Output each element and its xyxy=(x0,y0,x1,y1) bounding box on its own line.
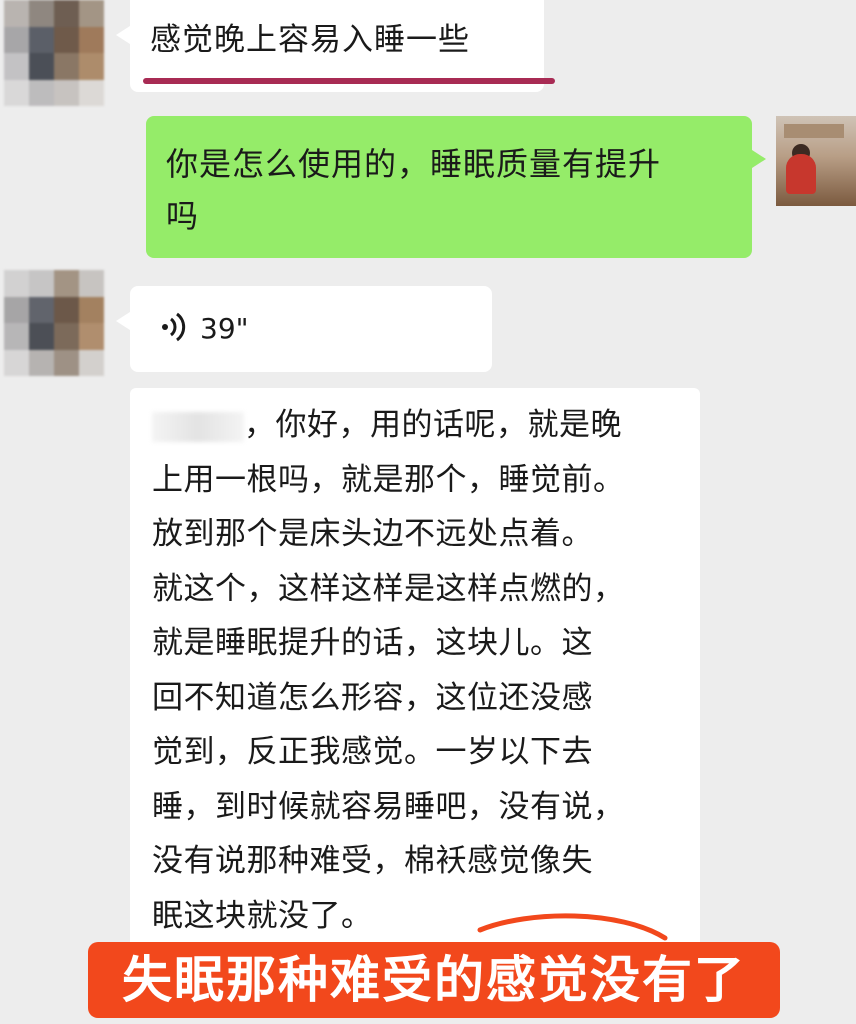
voice-message-bubble[interactable]: 39" xyxy=(116,286,492,372)
highlight-underline xyxy=(143,78,555,84)
transcript-line: 就是睡眠提升的话，这块儿。这 xyxy=(152,625,593,661)
voice-duration: 39" xyxy=(200,312,249,345)
voice-wave-icon xyxy=(160,310,190,352)
transcript-line: 睡，到时候就容易睡吧，没有说， xyxy=(152,788,625,825)
transcript-line: 上用一根吗，就是那个，睡觉前。 xyxy=(152,461,625,498)
transcript-line: 眠这块就没了。 xyxy=(152,897,373,934)
transcript-line: ，你好，用的话呢，就是晚 xyxy=(152,398,686,453)
message-text-line: 你是怎么使用的，睡眠质量有提升 xyxy=(166,145,662,183)
redaction-mask xyxy=(152,411,244,442)
voice-transcript: ，你好，用的话呢，就是晚 上用一根吗，就是那个，睡觉前。 放到那个是床头边不远处… xyxy=(130,388,700,988)
transcript-line: 觉到，反正我感觉。一岁以下去 xyxy=(152,734,593,770)
message-text: 感觉晚上容易入睡一些 xyxy=(150,22,470,58)
transcript-line: 放到那个是床头边不远处点着。 xyxy=(152,516,593,552)
outgoing-message-bubble[interactable]: 你是怎么使用的，睡眠质量有提升 吗 xyxy=(146,116,766,258)
transcript-line: 回不知道怎么形容，这位还没感 xyxy=(152,679,593,716)
message-text-line: 吗 xyxy=(166,197,200,235)
transcript-line: 就这个，这样这样是这样点燃的， xyxy=(152,570,625,607)
contact-avatar[interactable] xyxy=(4,0,104,106)
self-avatar[interactable] xyxy=(776,116,856,206)
caption-banner: 失眠那种难受的感觉没有了 xyxy=(88,942,780,1018)
contact-avatar[interactable] xyxy=(4,270,104,376)
transcript-line: 没有说那种难受，棉袄感觉像失 xyxy=(152,843,593,879)
